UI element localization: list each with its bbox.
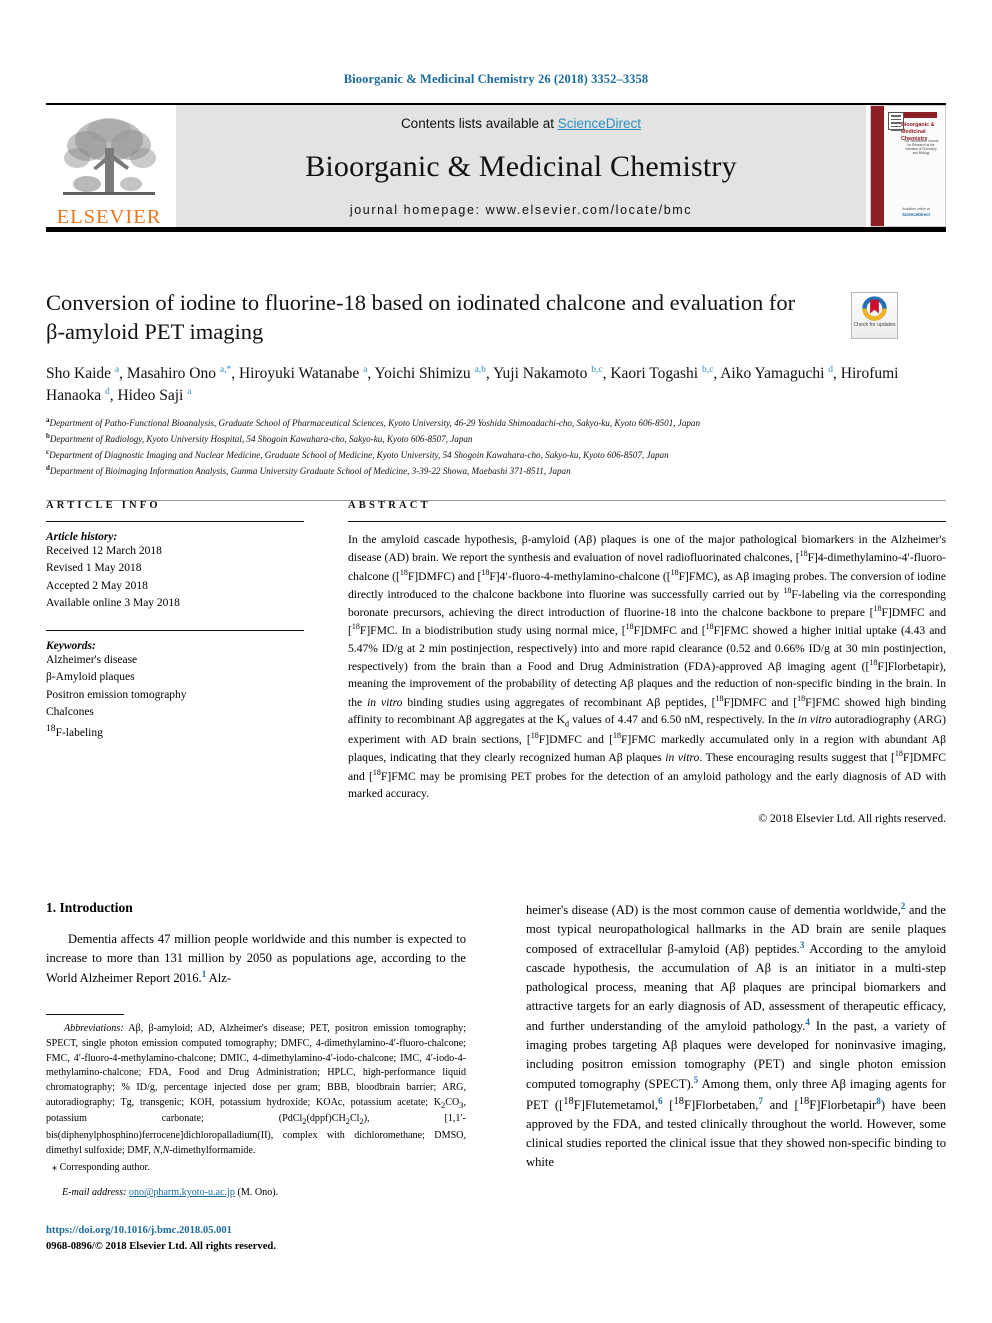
keywords-list: Alzheimer's disease β-Amyloid plaques Po…	[46, 652, 304, 742]
column-gap	[304, 500, 348, 825]
body-columns: 1. Introduction Dementia affects 47 mill…	[46, 900, 946, 1254]
article-history-list: Received 12 March 2018 Revised 1 May 201…	[46, 543, 304, 613]
keyword-item: 18F-labeling	[46, 722, 103, 739]
section-top-rule	[46, 500, 946, 501]
history-item: Received 12 March 2018	[46, 545, 162, 557]
affiliation-list: aDepartment of Patho-Functional Bioanaly…	[46, 415, 946, 478]
left-column: 1. Introduction Dementia affects 47 mill…	[46, 900, 466, 1254]
elsevier-wordmark: ELSEVIER	[56, 205, 162, 228]
info-abstract-section: ARTICLE INFO Article history: Received 1…	[46, 500, 946, 825]
issn-copyright-line: 0968-0896/© 2018 Elsevier Ltd. All right…	[46, 1240, 276, 1252]
paper-page: Bioorganic & Medicinal Chemistry 26 (201…	[0, 0, 992, 1323]
keyword-item: β-Amyloid plaques	[46, 671, 135, 684]
doi-link[interactable]: https://doi.org/10.1016/j.bmc.2018.05.00…	[46, 1223, 466, 1238]
abstract-copyright: © 2018 Elsevier Ltd. All rights reserved…	[758, 813, 946, 826]
cover-top-bar	[901, 112, 937, 118]
history-item: Accepted 2 May 2018	[46, 579, 148, 592]
journal-masthead: ELSEVIER Contents lists available at Sci…	[46, 103, 946, 232]
crossmark-icon	[862, 296, 887, 321]
crossmark-badge[interactable]: Check for updates	[851, 292, 898, 339]
article-history-label: Article history:	[46, 531, 118, 543]
contents-prefix: Contents lists available at	[400, 116, 558, 131]
footnote-block: Abbreviations: Aβ, β-amyloid; AD, Alzhei…	[46, 1022, 466, 1254]
abbreviations-note: Abbreviations: Aβ, β-amyloid; AD, Alzhei…	[46, 1022, 466, 1156]
affiliation-text: Department of Patho-Functional Bioanalys…	[49, 418, 701, 429]
masthead-center: Contents lists available at ScienceDirec…	[176, 105, 866, 227]
abstract-heading: ABSTRACT	[348, 500, 431, 511]
cover-spine	[871, 106, 884, 226]
cover-subtitle: The Tetrahedron Journal for Research at …	[903, 139, 939, 156]
elsevier-logo: ELSEVIER	[46, 105, 172, 227]
cover-bottom: Available online at ScienceDirect	[893, 207, 939, 218]
article-info-heading: ARTICLE INFO	[46, 500, 161, 511]
affiliation-text: Department of Radiology, Kyoto Universit…	[49, 434, 473, 445]
history-item: Revised 1 May 2018	[46, 562, 142, 575]
author-list: Sho Kaide a, Masahiro Ono a,*, Hiroyuki …	[46, 364, 899, 404]
keyword-item: Positron emission tomography	[46, 688, 187, 701]
masthead-bottom-rule	[46, 227, 946, 232]
section-heading-introduction: 1. Introduction	[46, 900, 133, 915]
affiliation-text: Department of Diagnostic Imaging and Nuc…	[49, 450, 669, 461]
affiliation-item: dDepartment of Bioimaging Information An…	[46, 463, 946, 479]
abstract-rule	[348, 521, 946, 522]
article-info-column: ARTICLE INFO Article history: Received 1…	[46, 500, 304, 825]
email-note: E-mail address: ono@pharm.kyoto-u.ac.jp …	[46, 1186, 466, 1201]
keywords-label: Keywords:	[46, 639, 96, 652]
keyword-item: Alzheimer's disease	[46, 653, 138, 666]
intro-paragraph-left: Dementia affects 47 million people world…	[46, 932, 466, 985]
intro-paragraph-right: heimer's disease (AD) is the most common…	[526, 901, 947, 1169]
keywords-rule	[46, 629, 304, 631]
abstract-body: In the amyloid cascade hypothesis, β-amy…	[348, 533, 947, 800]
abstract-column: ABSTRACT In the amyloid cascade hypothes…	[348, 500, 946, 825]
doi-block: https://doi.org/10.1016/j.bmc.2018.05.00…	[46, 1223, 466, 1254]
contents-available-line: Contents lists available at ScienceDirec…	[401, 116, 641, 131]
sciencedirect-link[interactable]: ScienceDirect	[558, 116, 641, 131]
right-column: heimer's disease (AD) is the most common…	[526, 900, 946, 1254]
email-label: E-mail address:	[62, 1187, 127, 1199]
footnote-rule	[46, 1013, 124, 1015]
keyword-item: Chalcones	[46, 706, 94, 719]
running-head: Bioorganic & Medicinal Chemistry 26 (201…	[343, 72, 649, 86]
page-title: Conversion of iodine to fluorine-18 base…	[46, 290, 796, 345]
affiliation-item: bDepartment of Radiology, Kyoto Universi…	[46, 431, 946, 447]
elsevier-tree-icon	[63, 117, 156, 195]
affiliation-item: cDepartment of Diagnostic Imaging and Nu…	[46, 447, 946, 463]
article-info-rule	[46, 521, 304, 522]
email-suffix: (M. Ono).	[237, 1187, 279, 1199]
corresponding-author-note: ⁎ Corresponding author.	[52, 1162, 150, 1174]
cover-bottom-label: Available online at	[902, 206, 930, 211]
journal-homepage[interactable]: journal homepage: www.elsevier.com/locat…	[350, 203, 692, 217]
cover-bottom-brand: ScienceDirect	[902, 211, 930, 217]
email-link[interactable]: ono@pharm.kyoto-u.ac.jp	[129, 1187, 235, 1198]
journal-title: Bioorganic & Medicinal Chemistry	[305, 150, 737, 183]
crossmark-label: Check for updates	[853, 322, 896, 328]
journal-cover-thumbnail[interactable]: Bioorganic & Medicinal Chemistry The Tet…	[870, 105, 946, 227]
history-item: Available online 3 May 2018	[46, 597, 180, 610]
title-block: Conversion of iodine to fluorine-18 base…	[46, 288, 946, 479]
body-column-gap	[466, 900, 526, 1254]
affiliation-item: aDepartment of Patho-Functional Bioanaly…	[46, 415, 946, 431]
affiliation-text: Department of Bioimaging Information Ana…	[49, 466, 571, 476]
